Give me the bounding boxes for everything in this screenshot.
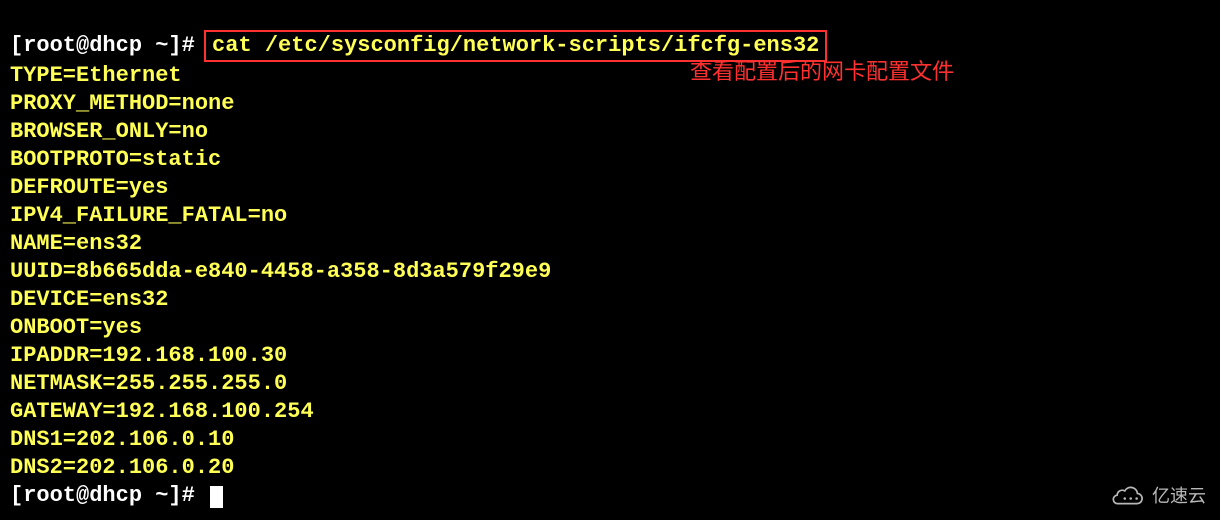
config-line: TYPE=Ethernet: [10, 63, 182, 88]
shell-prompt: [root@dhcp ~]#: [10, 483, 195, 508]
cloud-icon: [1112, 485, 1146, 507]
config-line: UUID=8b665dda-e840-4458-a358-8d3a579f29e…: [10, 259, 551, 284]
config-line: BROWSER_ONLY=no: [10, 119, 208, 144]
config-line: DNS2=202.106.0.20: [10, 455, 234, 480]
watermark: 亿速云: [1112, 482, 1206, 510]
config-line: DEFROUTE=yes: [10, 175, 168, 200]
shell-prompt: [root@dhcp ~]#: [10, 33, 195, 58]
config-line: GATEWAY=192.168.100.254: [10, 399, 314, 424]
config-line: DNS1=202.106.0.10: [10, 427, 234, 452]
config-line: NAME=ens32: [10, 231, 142, 256]
config-line: PROXY_METHOD=none: [10, 91, 234, 116]
terminal-output[interactable]: [root@dhcp ~]# cat /etc/sysconfig/networ…: [10, 2, 1210, 510]
terminal-cursor: [210, 486, 223, 508]
config-line: IPV4_FAILURE_FATAL=no: [10, 203, 287, 228]
config-line: BOOTPROTO=static: [10, 147, 221, 172]
annotation-label: 查看配置后的网卡配置文件: [690, 58, 954, 86]
config-line: ONBOOT=yes: [10, 315, 142, 340]
config-line: DEVICE=ens32: [10, 287, 168, 312]
command-text: cat /etc/sysconfig/network-scripts/ifcfg…: [212, 33, 819, 58]
config-line: IPADDR=192.168.100.30: [10, 343, 287, 368]
config-line: NETMASK=255.255.255.0: [10, 371, 287, 396]
watermark-text: 亿速云: [1152, 482, 1206, 510]
